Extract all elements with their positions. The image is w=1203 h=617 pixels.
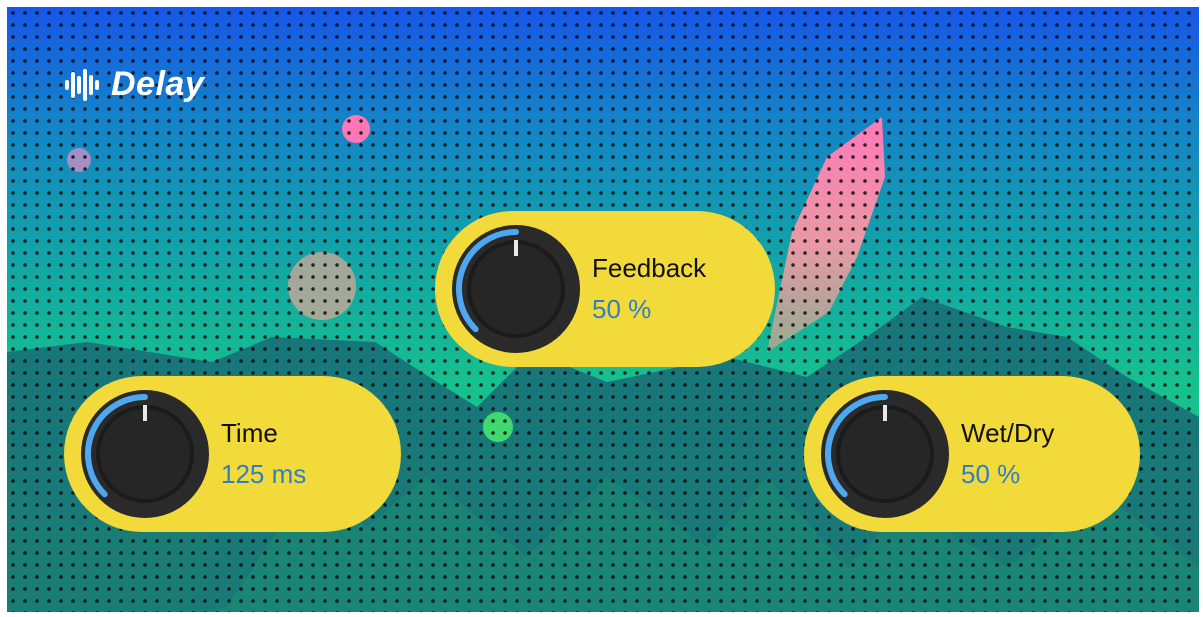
bubble-shape <box>67 148 91 172</box>
time-label: Time <box>221 418 278 448</box>
time-control: Time 125 ms <box>64 376 401 532</box>
wetdry-knob-icon <box>821 390 949 518</box>
bubble-shape <box>342 115 370 143</box>
time-knob[interactable] <box>78 387 212 521</box>
bubble-shape <box>288 252 356 320</box>
feedback-knob[interactable] <box>449 222 583 356</box>
time-value[interactable]: 125 ms <box>221 459 306 490</box>
wetdry-label: Wet/Dry <box>961 418 1055 448</box>
wetdry-value[interactable]: 50 % <box>961 459 1020 490</box>
feedback-control: Feedback 50 % <box>435 211 775 367</box>
presonus-waveform-logo-icon <box>65 68 99 101</box>
pink-crystal-shape <box>767 117 885 352</box>
bubble-shape <box>483 412 513 442</box>
time-knob-icon <box>81 390 209 518</box>
feedback-label: Feedback <box>592 253 707 283</box>
wetdry-knob[interactable] <box>818 387 952 521</box>
wetdry-control: Wet/Dry 50 % <box>804 376 1140 532</box>
feedback-value[interactable]: 50 % <box>592 294 651 325</box>
feedback-knob-icon <box>452 225 580 353</box>
plugin-header: Delay <box>65 65 204 104</box>
delay-plugin-window: Delay Time 125 ms Feedback 50 % Wet/Dry … <box>7 7 1199 612</box>
plugin-title: Delay <box>111 65 205 103</box>
